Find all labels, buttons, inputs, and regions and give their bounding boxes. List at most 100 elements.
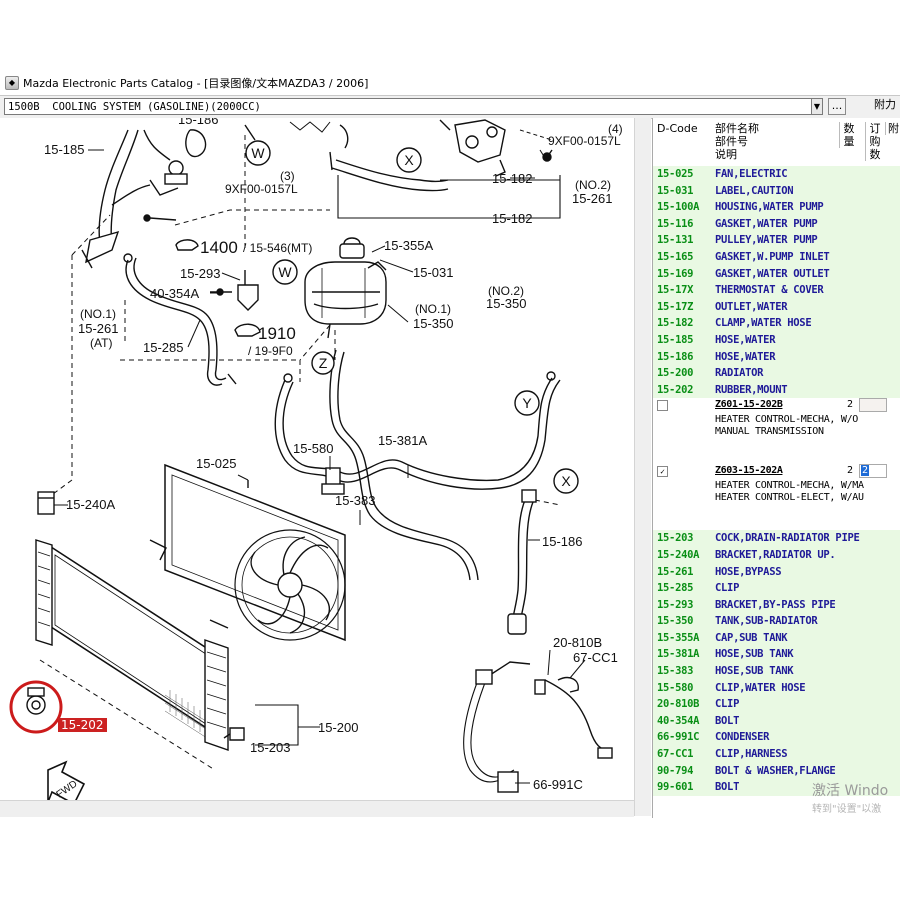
header-order: 订 购 数 bbox=[865, 122, 882, 161]
part-label-15-261-a[interactable]: 15-261 bbox=[572, 191, 612, 206]
row-desc: HOSE,BYPASS bbox=[715, 565, 782, 578]
table-row[interactable]: 15-350 TANK,SUB-RADIATOR bbox=[653, 613, 900, 630]
table-row[interactable]: 15-100A HOUSING,WATER PUMP bbox=[653, 199, 900, 216]
row-desc: CLIP,WATER HOSE bbox=[715, 681, 806, 694]
table-row[interactable]: 15-186 HOSE,WATER bbox=[653, 348, 900, 366]
highlighted-part-label[interactable]: 15-202 bbox=[58, 718, 107, 732]
row-code: 15-285 bbox=[657, 582, 694, 595]
window-title: Mazda Electronic Parts Catalog - [目录图像/文… bbox=[23, 77, 369, 90]
header-order-line1: 订 bbox=[869, 122, 881, 135]
part-label-15-261-b[interactable]: 15-261 bbox=[78, 321, 118, 336]
header-order-line2: 购 bbox=[869, 135, 881, 148]
part-label-1910[interactable]: 1910 bbox=[258, 324, 296, 343]
variant-checkbox[interactable] bbox=[657, 400, 668, 412]
variant-qty: 2 bbox=[847, 399, 854, 411]
row-desc: BRACKET,BY-PASS PIPE bbox=[715, 598, 836, 611]
part-label-15-350-a[interactable]: 15-350 bbox=[486, 296, 526, 311]
part-label-15-240a[interactable]: 15-240A bbox=[66, 497, 115, 512]
row-code: 90-794 bbox=[657, 764, 694, 777]
part-label-20-810b[interactable]: 20-810B bbox=[553, 635, 602, 650]
part-label-15-182-b[interactable]: 15-182 bbox=[492, 211, 532, 226]
part-label-67-cc1[interactable]: 67-CC1 bbox=[573, 650, 618, 665]
table-row[interactable]: 15-240A BRACKET,RADIATOR UP. bbox=[653, 546, 900, 564]
part-label-15-381a[interactable]: 15-381A bbox=[378, 433, 427, 448]
variant-qty: 2 bbox=[847, 465, 854, 477]
diagram-vertical-scrollbar[interactable] bbox=[634, 118, 651, 816]
row-desc: CLAMP,WATER HOSE bbox=[715, 317, 812, 330]
variant-note-line1: HEATER CONTROL-MECHA, W/O bbox=[715, 414, 859, 426]
table-row[interactable]: 90-794 BOLT & WASHER,FLANGE bbox=[653, 762, 900, 780]
table-row[interactable]: 15-381A HOSE,SUB TANK bbox=[653, 646, 900, 664]
part-label-15-200[interactable]: 15-200 bbox=[318, 720, 358, 735]
table-row[interactable]: 15-17Z OUTLET,WATER bbox=[653, 298, 900, 316]
table-row[interactable]: 15-131 PULLEY,WATER PUMP bbox=[653, 232, 900, 249]
table-row[interactable]: 15-200 RADIATOR bbox=[653, 365, 900, 382]
order-qty-input[interactable] bbox=[859, 398, 887, 413]
row-code: 20-810B bbox=[657, 698, 700, 711]
table-row[interactable]: 15-169 GASKET,WATER OUTLET bbox=[653, 265, 900, 283]
note-at: (AT) bbox=[90, 336, 112, 350]
header-qty: 数 量 bbox=[839, 122, 856, 148]
part-label-9xf00-mid[interactable]: 9XF00-0157L bbox=[225, 182, 298, 196]
section-select[interactable]: 1500B COOLING SYSTEM (GASOLINE)(2000CC) bbox=[4, 98, 822, 115]
part-label-15-182-a[interactable]: 15-182 bbox=[492, 171, 532, 186]
table-row[interactable]: 15-185 HOSE,WATER bbox=[653, 331, 900, 349]
variant-checkbox[interactable]: ✓ bbox=[657, 466, 668, 478]
table-row[interactable]: 66-991C CONDENSER bbox=[653, 729, 900, 747]
table-row[interactable]: 67-CC1 CLIP,HARNESS bbox=[653, 746, 900, 763]
row-desc: BOLT bbox=[715, 714, 740, 727]
table-row[interactable]: 15-165 GASKET,W.PUMP INLET bbox=[653, 248, 900, 266]
chevron-down-icon[interactable]: ▼ bbox=[811, 98, 823, 115]
part-label-15-383[interactable]: 15-383 bbox=[335, 493, 375, 508]
variant-note-line2: HEATER CONTROL-ELECT, W/AU bbox=[715, 492, 864, 504]
table-row[interactable]: 15-031 LABEL,CAUTION bbox=[653, 182, 900, 200]
header-dcode: D-Code bbox=[657, 122, 698, 135]
table-row[interactable]: 15-203 COCK,DRAIN-RADIATOR PIPE bbox=[653, 530, 900, 547]
part-label-1400[interactable]: 1400 bbox=[200, 238, 238, 257]
part-label-15-350-b[interactable]: 15-350 bbox=[413, 316, 453, 331]
table-row[interactable]: 15-182 CLAMP,WATER HOSE bbox=[653, 315, 900, 332]
part-label-66-991c[interactable]: 66-991C bbox=[533, 777, 583, 792]
part-label-15-546[interactable]: / 15-546(MT) bbox=[243, 241, 312, 255]
order-qty-input[interactable]: 2 bbox=[859, 464, 887, 479]
table-row[interactable]: 20-810B CLIP bbox=[653, 696, 900, 713]
table-row[interactable]: 15-116 GASKET,WATER PUMP bbox=[653, 215, 900, 233]
row-code: 15-202 bbox=[657, 383, 694, 396]
row-code: 15-381A bbox=[657, 648, 700, 661]
variant-row[interactable]: Z601-15-202B 2 HEATER CONTROL-MECHA, W/O… bbox=[653, 398, 900, 465]
part-label-15-293[interactable]: 15-293 bbox=[180, 266, 220, 281]
part-label-15-580[interactable]: 15-580 bbox=[293, 441, 333, 456]
table-row[interactable]: 15-293 BRACKET,BY-PASS PIPE bbox=[653, 596, 900, 614]
part-label-9xf00-top[interactable]: 9XF00-0157L bbox=[548, 134, 621, 148]
part-label-19-9f0[interactable]: / 19-9F0 bbox=[248, 344, 293, 358]
table-row[interactable]: 15-580 CLIP,WATER HOSE bbox=[653, 679, 900, 697]
attach-button[interactable]: 附力 bbox=[852, 98, 900, 115]
header-name-line2: 部件号 bbox=[715, 135, 748, 148]
table-row[interactable]: 15-17X THERMOSTAT & COVER bbox=[653, 282, 900, 299]
part-label-15-186-top[interactable]: 15-186 bbox=[178, 118, 218, 127]
table-row[interactable]: 15-261 HOSE,BYPASS bbox=[653, 563, 900, 581]
table-row[interactable]: 40-354A BOLT bbox=[653, 712, 900, 730]
table-row[interactable]: 15-383 HOSE,SUB TANK bbox=[653, 663, 900, 680]
diagram-horizontal-scrollbar[interactable] bbox=[0, 800, 634, 817]
part-label-15-031[interactable]: 15-031 bbox=[413, 265, 453, 280]
table-row[interactable]: 15-355A CAP,SUB TANK bbox=[653, 629, 900, 647]
part-label-15-186[interactable]: 15-186 bbox=[542, 534, 582, 549]
row-desc: TANK,SUB-RADIATOR bbox=[715, 615, 818, 628]
row-desc: PULLEY,WATER PUMP bbox=[715, 234, 818, 247]
row-code: 15-116 bbox=[657, 217, 694, 230]
variant-note-line1: HEATER CONTROL-MECHA, W/MA bbox=[715, 480, 864, 492]
part-label-15-185[interactable]: 15-185 bbox=[44, 142, 84, 157]
table-row[interactable]: 15-285 CLIP bbox=[653, 580, 900, 597]
variant-row[interactable]: ✓ Z603-15-202A 2 2 HEATER CONTROL-MECHA,… bbox=[653, 464, 900, 531]
part-label-15-355a[interactable]: 15-355A bbox=[384, 238, 433, 253]
part-label-15-285[interactable]: 15-285 bbox=[143, 340, 183, 355]
parts-diagram[interactable]: W X W Z Y X 15-185 15-186 9XF00-0157L (4… bbox=[0, 118, 650, 816]
part-label-40-354a[interactable]: 40-354A bbox=[150, 286, 199, 301]
table-row[interactable]: 15-202 RUBBER,MOUNT bbox=[653, 381, 900, 399]
row-desc: THERMOSTAT & COVER bbox=[715, 284, 824, 297]
part-label-15-025[interactable]: 15-025 bbox=[196, 456, 236, 471]
part-label-15-203[interactable]: 15-203 bbox=[250, 740, 290, 755]
ellipsis-button[interactable]: ... bbox=[828, 98, 846, 115]
table-row[interactable]: 15-025 FAN,ELECTRIC bbox=[653, 166, 900, 183]
